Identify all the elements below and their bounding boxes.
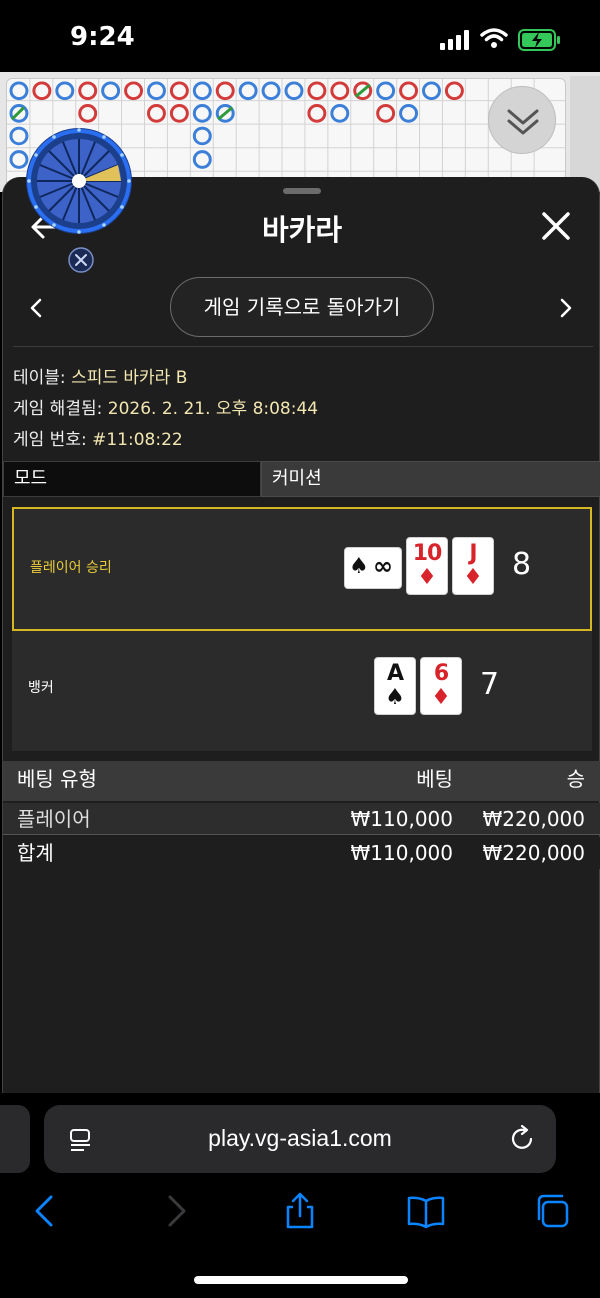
banker-result-label: 뱅커 [28, 680, 54, 696]
card-suit: ♦ [417, 565, 437, 590]
player-result-label: 플레이어 승리 [30, 560, 112, 576]
roadmap-side-panel [570, 76, 600, 192]
status-bar: 9:24 [0, 0, 600, 72]
player-card-3: J ♦ [452, 537, 494, 595]
bet-amount: ₩110,000 [350, 807, 453, 831]
roulette-wheel-widget[interactable] [24, 126, 134, 236]
back-to-history-button[interactable]: 게임 기록으로 돌아가기 [170, 277, 434, 337]
banker-score: 7 [480, 667, 500, 702]
chevron-left-icon[interactable] [25, 295, 47, 321]
player-result-panel: 플레이어 승리 ♠ ∞ 10 ♦ J ♦ 8 [12, 507, 592, 631]
wifi-icon [480, 28, 508, 48]
collapse-roadmap-button[interactable] [488, 86, 556, 154]
banker-result-panel: 뱅커 A ♠ 6 ♦ 7 [12, 631, 592, 751]
card-suit: ♠ [349, 554, 369, 579]
divider [13, 346, 593, 347]
card-rank: J [469, 541, 477, 566]
previous-tab-peek[interactable] [0, 1105, 30, 1173]
card-suit: ♦ [463, 565, 483, 590]
home-indicator [194, 1276, 408, 1284]
table-row: 플레이어 ₩110,000 ₩220,000 [3, 803, 600, 835]
card-rank: 10 [412, 541, 443, 566]
forward-icon[interactable] [156, 1191, 196, 1231]
player-card-1: ♠ ∞ [344, 547, 402, 589]
browser-toolbar: play.vg-asia1.com [0, 1093, 600, 1298]
battery-charging-icon [518, 29, 560, 51]
bet-amount: ₩110,000 [350, 841, 453, 865]
cellular-signal-icon [440, 30, 469, 50]
bet-amount-header: 베팅 [416, 767, 453, 791]
bet-type-header: 베팅 유형 [17, 767, 97, 791]
back-icon[interactable] [26, 1191, 66, 1231]
win-amount-header: 승 [566, 767, 585, 791]
reload-icon[interactable] [510, 1125, 536, 1153]
info-resolved: 게임 해결됨: 2026. 2. 21. 오후 8:08:44 [13, 394, 318, 419]
close-icon[interactable] [539, 209, 573, 243]
url-text: play.vg-asia1.com [208, 1125, 392, 1151]
tabs-icon[interactable] [532, 1191, 572, 1231]
player-score: 8 [512, 547, 532, 582]
card-suit: ♦ [431, 685, 451, 710]
banker-card-2: 6 ♦ [420, 657, 462, 715]
info-game-number-label: 게임 번호: [13, 430, 87, 450]
mode-value: 커미션 [261, 461, 600, 497]
double-chevron-down-icon [507, 109, 539, 135]
bet-table-header: 베팅 유형 베팅 승 [3, 761, 600, 801]
card-rank: A [386, 661, 404, 686]
player-card-2: 10 ♦ [406, 537, 448, 595]
chevron-right-icon[interactable] [555, 295, 577, 321]
bet-type: 플레이어 [17, 807, 91, 831]
table-row-total: 합계 ₩110,000 ₩220,000 [3, 837, 600, 869]
info-table-value: 스피드 바카라 B [71, 368, 188, 388]
info-table-label: 테이블: [13, 368, 66, 388]
info-table: 테이블: 스피드 바카라 B [13, 363, 187, 388]
status-time: 9:24 [70, 22, 135, 52]
info-resolved-value: 2026. 2. 21. 오후 8:08:44 [107, 399, 319, 419]
info-game-number: 게임 번호: #11:08:22 [13, 425, 183, 450]
game-detail-sheet: 바카라 게임 기록으로 돌아가기 테이블: 스피드 바카라 B 게임 해결됨: … [2, 177, 600, 1095]
share-icon[interactable] [280, 1191, 320, 1231]
sheet-drag-handle[interactable] [283, 188, 321, 194]
info-game-number-value: #11:08:22 [92, 430, 183, 450]
win-amount: ₩220,000 [482, 807, 585, 831]
info-resolved-label: 게임 해결됨: [13, 399, 103, 419]
roulette-close-icon[interactable] [67, 246, 95, 274]
mode-row: 모드 커미션 [3, 461, 600, 497]
bet-type: 합계 [17, 841, 54, 865]
banker-card-1: A ♠ [374, 657, 416, 715]
win-amount: ₩220,000 [482, 841, 585, 865]
card-rank: ∞ [373, 552, 393, 580]
card-rank: 6 [433, 661, 449, 686]
card-suit: ♠ [385, 685, 405, 710]
bookmarks-icon[interactable] [406, 1191, 446, 1231]
address-bar[interactable]: play.vg-asia1.com [44, 1105, 556, 1173]
mode-label: 모드 [3, 461, 261, 497]
